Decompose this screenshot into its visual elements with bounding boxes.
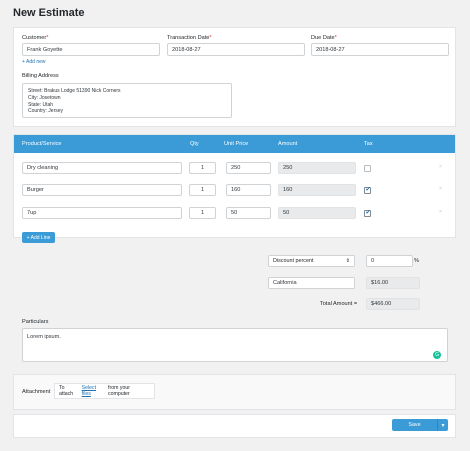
add-new-customer-link[interactable]: + Add new — [22, 59, 46, 65]
remove-row-icon[interactable]: × — [439, 164, 442, 170]
line-items-header: Product/Service Qty Unit Price Amount Ta… — [14, 135, 455, 153]
discount-type-select[interactable]: Discount percent ⇕ — [268, 255, 355, 267]
tax-amount-field: $16.00 — [366, 277, 420, 289]
qty-field[interactable]: 1 — [189, 162, 216, 174]
attachment-label: Attachment — [22, 389, 51, 395]
header-amount: Amount — [278, 141, 298, 147]
billing-address-line: State: Utah — [28, 101, 54, 108]
attachment-dropzone[interactable]: To attach Select files from your compute… — [54, 383, 155, 399]
line-items-panel: Product/Service Qty Unit Price Amount Ta… — [13, 134, 456, 238]
unit-price-field[interactable]: 50 — [226, 207, 271, 219]
amount-field: 50 — [278, 207, 356, 219]
save-button[interactable]: Save — [392, 419, 437, 431]
product-field[interactable]: Dry cleaning — [22, 162, 182, 174]
total-amount-field: $466.00 — [366, 298, 420, 310]
attach-prefix: To attach — [59, 385, 74, 397]
select-files-link[interactable]: Select files — [82, 385, 105, 397]
total-amount-label: Total Amount = — [320, 301, 358, 307]
save-dropdown-icon[interactable]: ▾ — [437, 419, 448, 431]
header-unit-price: Unit Price — [224, 141, 249, 147]
page-title: New Estimate — [13, 7, 85, 19]
estimate-details-panel: Customer* Frank Goyette + Add new Transa… — [13, 27, 456, 127]
save-button-group: Save ▾ — [392, 419, 448, 431]
remove-row-icon[interactable]: × — [439, 186, 442, 192]
customer-field[interactable]: Frank Goyette — [22, 43, 160, 56]
unit-price-field[interactable]: 160 — [226, 184, 271, 196]
product-field[interactable]: 7up — [22, 207, 182, 219]
header-tax: Tax — [364, 141, 373, 147]
unit-price-field[interactable]: 250 — [226, 162, 271, 174]
billing-address-line: Country: Jersey — [28, 108, 64, 115]
amount-field: 250 — [278, 162, 356, 174]
discount-type-value: Discount percent — [273, 258, 314, 264]
product-field[interactable]: Burger — [22, 184, 182, 196]
transaction-date-field[interactable]: 2018-08-27 — [167, 43, 305, 56]
remove-row-icon[interactable]: × — [439, 209, 442, 215]
customer-label: Customer* — [22, 35, 49, 41]
billing-address-line: City: Josetown — [28, 94, 61, 101]
header-qty: Qty — [190, 141, 199, 147]
grammarly-icon[interactable]: G — [433, 351, 441, 359]
add-line-button[interactable]: + Add Line — [22, 232, 55, 243]
qty-field[interactable]: 1 — [189, 184, 216, 196]
particulars-field[interactable]: Lorem ipsum. — [22, 328, 448, 362]
tax-zone-field[interactable]: California — [268, 277, 355, 289]
due-date-field[interactable]: 2018-08-27 — [311, 43, 449, 56]
discount-unit-label: % — [414, 258, 419, 264]
tax-checkbox[interactable] — [364, 186, 371, 194]
tax-checkbox[interactable] — [364, 165, 371, 172]
header-product: Product/Service — [22, 141, 62, 147]
discount-value-field[interactable]: 0 — [366, 255, 413, 267]
amount-field: 160 — [278, 184, 356, 196]
particulars-text: Lorem ipsum. — [27, 334, 61, 340]
transaction-date-label: Transaction Date* — [167, 35, 212, 41]
particulars-label: Particulars — [22, 319, 49, 325]
qty-field[interactable]: 1 — [189, 207, 216, 219]
select-arrows-icon: ⇕ — [345, 258, 350, 264]
due-date-label: Due Date* — [311, 35, 337, 41]
billing-address-label: Billing Address — [22, 73, 59, 79]
footer-panel — [13, 414, 456, 438]
tax-checkbox[interactable] — [364, 209, 371, 217]
billing-address-line: Street: Brakus Lodge 51390 Nick Corners — [28, 88, 121, 94]
attach-suffix: from your computer — [108, 385, 130, 397]
billing-address-field[interactable]: Street: Brakus Lodge 51390 Nick Corners … — [22, 83, 232, 118]
